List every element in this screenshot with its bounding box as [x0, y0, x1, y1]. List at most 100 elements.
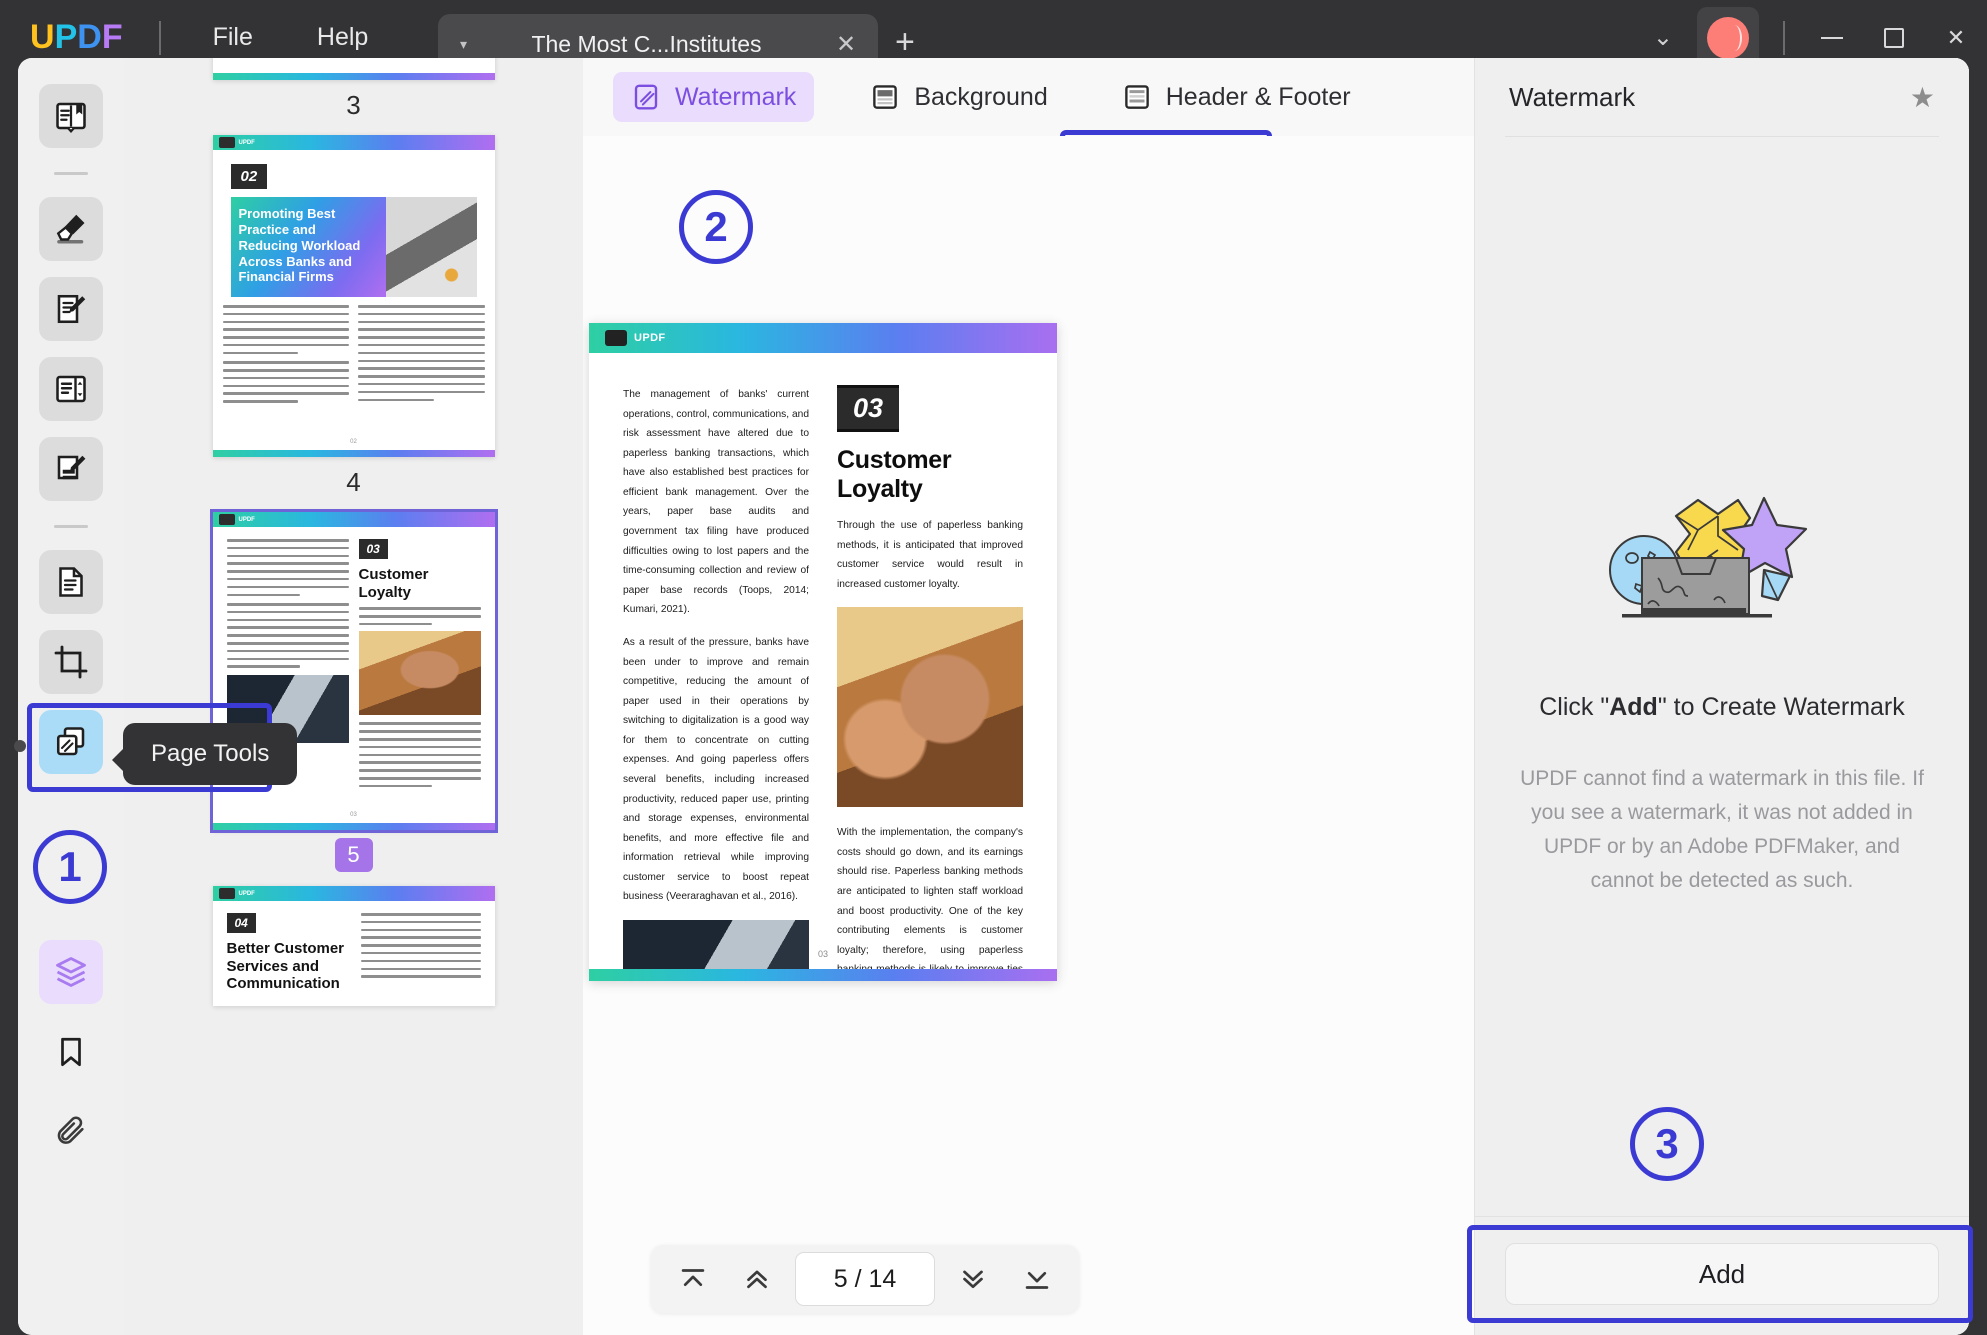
thumbnail-page-3[interactable]: 01 — [212, 58, 495, 80]
sidebar-item-edit-text[interactable] — [39, 437, 103, 501]
menu-file[interactable]: File — [195, 17, 271, 58]
tab-watermark-label: Watermark — [675, 82, 797, 111]
doc-brand-bar: UPDF — [589, 323, 1057, 353]
tab-watermark[interactable]: Watermark — [613, 72, 815, 122]
window-divider — [1783, 20, 1785, 55]
empty-heading-bold: Add — [1609, 693, 1658, 721]
thumb5-chapter-number: 03 — [358, 539, 388, 559]
sidebar-item-attachment[interactable] — [39, 1100, 103, 1164]
previous-page-button[interactable] — [725, 1252, 789, 1306]
thumb5-brand: UPDF — [238, 516, 255, 523]
close-icon[interactable]: ✕ — [826, 30, 866, 59]
doc-title: Customer Loyalty — [837, 446, 952, 503]
tab-title: The Most C...Institutes — [531, 31, 762, 57]
doc-intro: Through the use of paperless banking met… — [837, 520, 1023, 590]
empty-state-heading: Click "Add" to Create Watermark — [1513, 690, 1931, 726]
doc-body: The management of banks' current operati… — [589, 353, 1057, 981]
left-toolbar — [18, 58, 124, 1335]
star-icon[interactable]: ★ — [1910, 81, 1935, 114]
first-page-button[interactable] — [661, 1252, 725, 1306]
chevron-down-icon[interactable]: ⌄ — [1637, 23, 1689, 52]
thumb4-chapter-number: 02 — [230, 164, 268, 189]
doc-page-number: 03 — [817, 949, 828, 959]
bookmark-icon — [61, 1037, 81, 1067]
page-tools-icon — [56, 727, 85, 756]
thumb4-columns — [213, 297, 495, 408]
thumb6-brand-bar: UPDF — [212, 886, 495, 901]
minimize-icon — [1821, 36, 1843, 39]
sidebar-item-page-view[interactable] — [39, 357, 103, 421]
thumb5-title: Customer Loyalty — [358, 566, 429, 601]
new-tab-button[interactable]: + — [895, 23, 915, 62]
thumb6-col-left: 04 Better Customer Services and Communic… — [226, 913, 352, 993]
updf-mini-logo — [218, 888, 235, 899]
logo-letter-f: F — [101, 18, 123, 56]
toolbar-divider-1 — [54, 172, 88, 175]
edit-pdf-icon — [57, 294, 86, 324]
doc-column-right: 03 Customer Loyalty Through the use of p… — [837, 385, 1023, 981]
thumbnail-page-6[interactable]: UPDF 04 Better Customer Services and Com… — [212, 886, 495, 1006]
thumb6-chapter-number: 04 — [226, 913, 256, 933]
avatar — [1707, 16, 1749, 59]
organize-pages-icon — [59, 567, 83, 597]
edit-text-icon — [57, 455, 86, 480]
tab-background[interactable]: Background — [852, 72, 1065, 122]
reader-icon — [56, 102, 86, 133]
previous-page-icon — [747, 1270, 767, 1289]
thumb4-page-footer: 02 — [350, 439, 357, 445]
background-icon — [870, 82, 900, 112]
page-number-input[interactable]: 5 / 14 — [795, 1252, 935, 1306]
tab-header-footer[interactable]: Header & Footer — [1104, 72, 1369, 122]
thumb4-footer-bar — [212, 450, 495, 457]
sidebar-item-edit-pdf[interactable] — [39, 277, 103, 341]
sidebar-item-organize[interactable] — [39, 550, 103, 614]
sidebar-item-crop[interactable] — [39, 630, 103, 694]
window-close-icon: ✕ — [1946, 24, 1966, 50]
thumb6-brand: UPDF — [238, 890, 255, 897]
thumb-label-3: 3 — [346, 90, 361, 120]
panel-empty-state: Click "Add" to Create Watermark UPDF can… — [1475, 458, 1969, 898]
thumb4-hero-title: Promoting Best Practice and Reducing Wor… — [230, 197, 387, 297]
doc-column-left: The management of banks' current operati… — [623, 385, 809, 981]
page-view-icon — [56, 375, 86, 403]
thumb6-col-right — [361, 913, 481, 993]
doc-paragraph-1: The management of banks' current operati… — [623, 389, 809, 616]
panel-footer: Add — [1475, 1216, 1969, 1335]
maximize-icon — [1884, 27, 1904, 48]
empty-heading-pre: Click " — [1539, 693, 1610, 721]
thumb4-brand: UPDF — [238, 139, 255, 146]
add-watermark-button[interactable]: Add — [1505, 1243, 1939, 1305]
watermark-icon — [631, 82, 661, 112]
panel-title: Watermark — [1509, 81, 1636, 112]
main-area: Watermark Background Header & Footer UPD… — [583, 58, 1969, 1335]
step-badge-2: 2 — [679, 190, 753, 264]
document-page[interactable]: UPDF The management of banks' current op… — [589, 323, 1057, 981]
crop-icon — [54, 645, 88, 679]
tab-background-label: Background — [914, 82, 1048, 111]
thumbnail-page-4[interactable]: UPDF 02 Promoting Best Practice and Redu… — [212, 135, 495, 457]
sidebar-item-bookmark[interactable] — [39, 1020, 103, 1084]
menu-help[interactable]: Help — [299, 17, 386, 58]
updf-mini-logo — [218, 137, 235, 148]
doc-image-callcenter — [837, 607, 1023, 808]
thumb-label-5: 5 — [334, 838, 373, 872]
thumb5-brand-bar: UPDF — [212, 512, 495, 527]
next-page-button[interactable] — [941, 1252, 1005, 1306]
sidebar-item-comment[interactable] — [39, 197, 103, 261]
thumbnail-panel[interactable]: 01 3 UPDF 02 Promoting Best Practice and… — [124, 58, 583, 1335]
thumb4-hero-image — [386, 197, 477, 297]
updf-logo: U P D F — [30, 18, 123, 57]
tab-dropdown-icon[interactable]: ▾ — [460, 36, 467, 53]
doc-chapter-number: 03 — [837, 385, 900, 432]
logo-letter-u: U — [30, 18, 55, 56]
sidebar-item-page-tools[interactable] — [39, 710, 103, 774]
last-page-button[interactable] — [1005, 1252, 1069, 1306]
logo-divider — [158, 20, 161, 55]
empty-state-illustration — [1609, 496, 1808, 618]
panel-drag-handle[interactable] — [14, 740, 26, 752]
panel-header: Watermark ★ — [1475, 58, 1969, 136]
sidebar-item-reader[interactable] — [39, 84, 103, 148]
sidebar-item-layers[interactable] — [39, 940, 103, 1004]
thumb4-col-left — [222, 305, 349, 408]
watermark-panel: Watermark ★ Click "Add" to Create Waterm… — [1474, 58, 1969, 1335]
